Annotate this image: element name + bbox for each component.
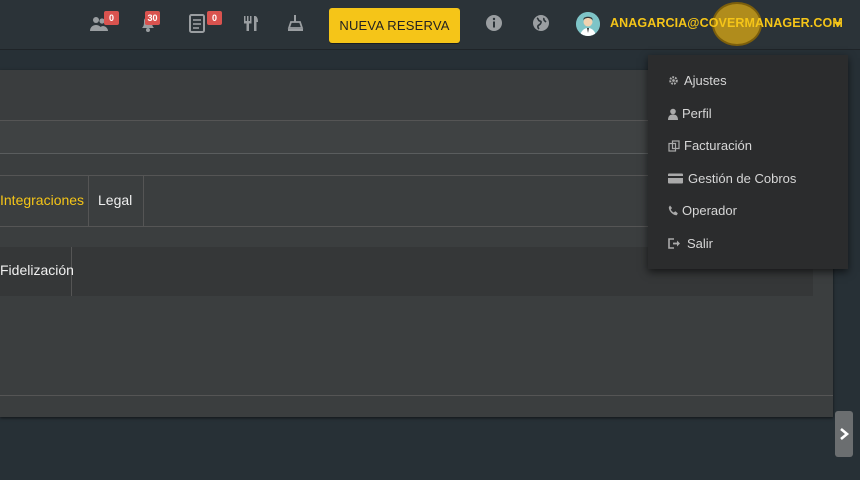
groups-badge: 0 (104, 11, 119, 25)
service-icon[interactable] (285, 12, 307, 34)
chevron-right-icon (840, 428, 850, 440)
reservations-badge: 0 (207, 11, 222, 25)
menu-item-label: Operador (682, 203, 737, 218)
phone-icon (668, 205, 678, 216)
reservations-list-icon[interactable] (187, 12, 209, 34)
panel-divider (0, 395, 833, 396)
info-icon[interactable] (484, 13, 506, 35)
tab-legal[interactable]: Legal (88, 176, 144, 226)
menu-item-label: Salir (687, 236, 714, 251)
notifications-badge: 30 (145, 11, 160, 25)
menu-item-label: Facturación (684, 138, 752, 153)
caret-down-icon[interactable] (834, 22, 842, 27)
menu-item-label: Ajustes (684, 73, 727, 88)
gear-icon (669, 76, 678, 85)
side-panel-toggle[interactable] (835, 411, 853, 457)
top-navbar: 0 30 0 NUEVA RESERVA ANAGARCIA@COVERMANA… (0, 0, 860, 50)
cutlery-icon[interactable] (240, 12, 262, 34)
user-menu-toggle[interactable]: ANAGARCIA@COVERMANAGER.COM (610, 16, 843, 30)
copy-icon (668, 140, 680, 152)
user-icon (668, 108, 678, 120)
user-dropdown-menu: Ajustes Perfil Facturación Gestión de Co… (648, 55, 848, 269)
user-avatar[interactable] (576, 12, 600, 36)
globe-icon[interactable] (531, 13, 553, 35)
subtab-fidelizacion[interactable]: Fidelización (0, 247, 74, 296)
menu-item-label: Perfil (682, 106, 712, 121)
menu-item-label: Gestión de Cobros (688, 171, 797, 186)
tab-integraciones[interactable]: Integraciones (0, 176, 89, 226)
new-reservation-button[interactable]: NUEVA RESERVA (329, 8, 460, 43)
credit-card-icon (668, 173, 683, 184)
sign-out-icon (668, 238, 680, 249)
